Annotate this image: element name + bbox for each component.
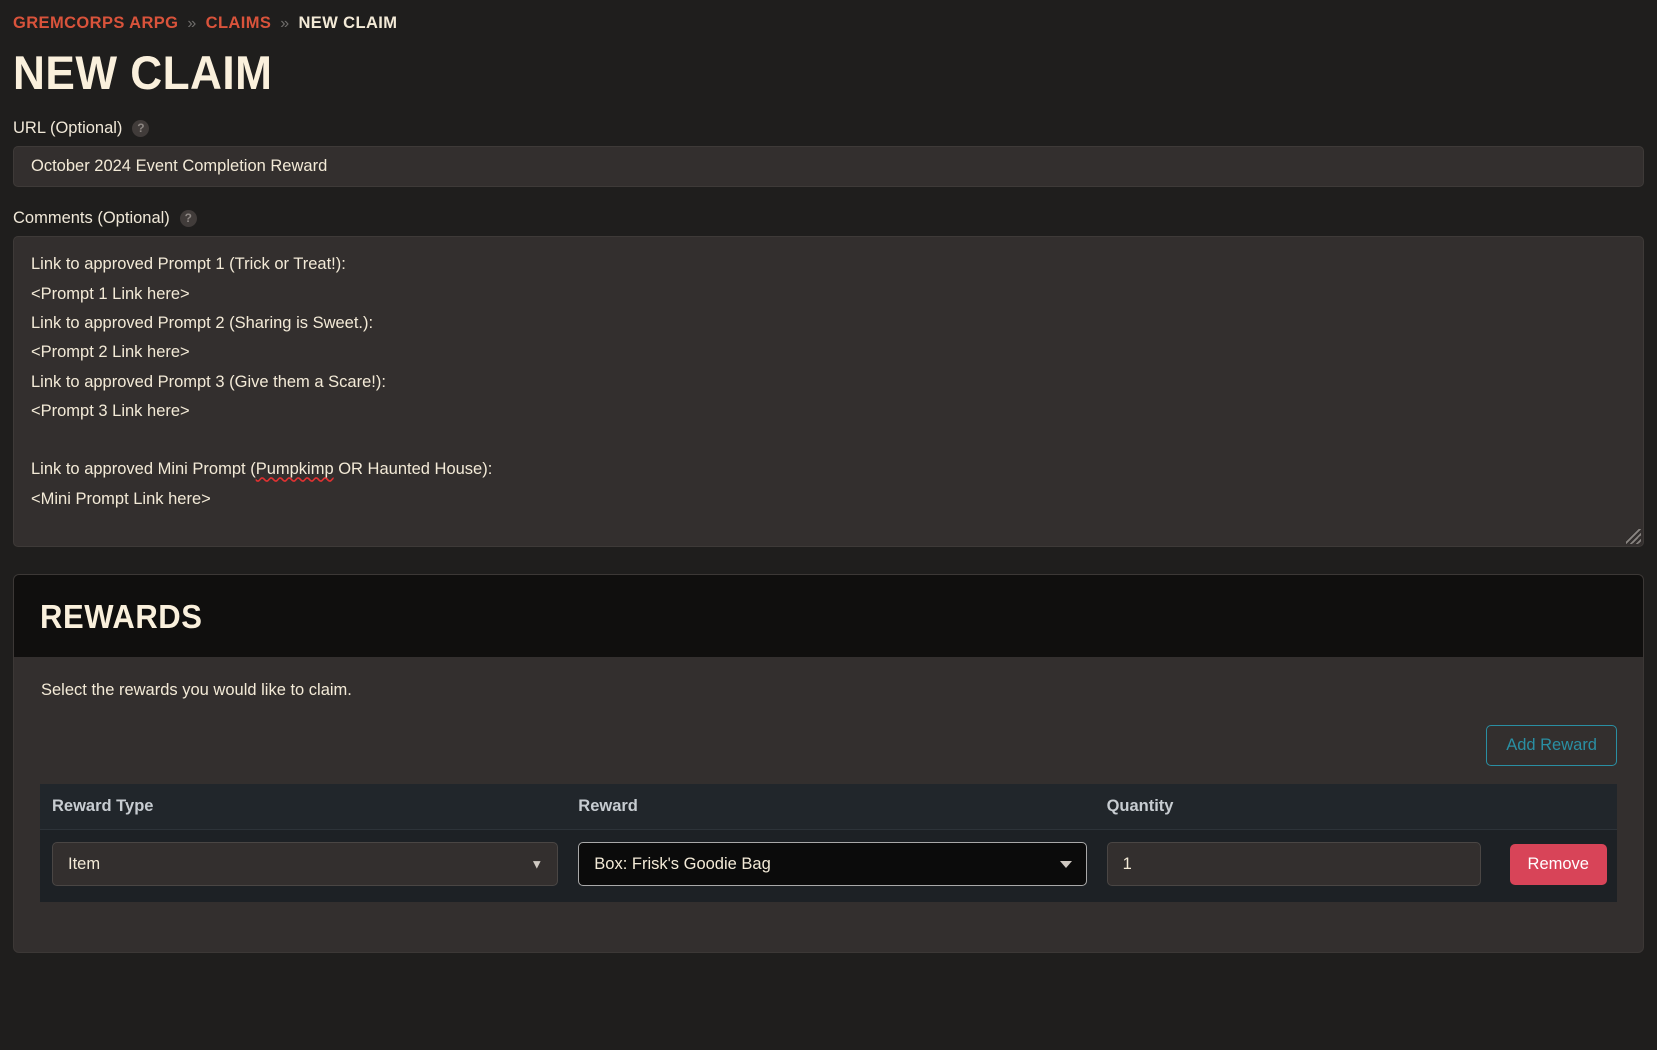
table-row: Item▼ Box: Frisk's Goodie Bag Remove bbox=[40, 830, 1617, 903]
quantity-input[interactable] bbox=[1106, 842, 1481, 887]
breadcrumb-separator-icon: » bbox=[187, 14, 197, 32]
breadcrumb-item-new-claim: NEW CLAIM bbox=[298, 14, 398, 32]
comments-line: Link to approved Prompt 1 (Trick or Trea… bbox=[31, 255, 346, 274]
url-input[interactable] bbox=[13, 146, 1644, 188]
question-mark-icon[interactable]: ? bbox=[179, 210, 197, 228]
rewards-card-header: REWARDS bbox=[14, 575, 1643, 658]
rewards-intro-text: Select the rewards you would like to cla… bbox=[41, 681, 352, 700]
comments-line: <Prompt 3 Link here> bbox=[31, 401, 190, 420]
rewards-card: REWARDS Select the rewards you would lik… bbox=[13, 574, 1644, 954]
comments-line: Link to approved Prompt 2 (Sharing is Sw… bbox=[31, 313, 374, 332]
comments-line: <Prompt 1 Link here> bbox=[31, 284, 190, 303]
comments-textarea[interactable]: Link to approved Prompt 1 (Trick or Trea… bbox=[13, 236, 1644, 548]
rewards-table: Reward Type Reward Quantity Item ▼ Box: Fr… bbox=[40, 784, 1617, 903]
url-label-text: URL (Optional) bbox=[13, 119, 123, 138]
breadcrumb-item-claims[interactable]: CLAIMS bbox=[206, 14, 272, 33]
column-header-reward-type: Reward Type bbox=[40, 784, 569, 831]
cell-reward-type: Item ▼ bbox=[40, 830, 568, 903]
rewards-table-head: Reward Type Reward Quantity bbox=[40, 784, 1617, 831]
comments-text-content: Link to approved Prompt 1 (Trick or Trea… bbox=[31, 250, 1626, 514]
comments-line: Link to approved Prompt 3 (Give them a S… bbox=[31, 372, 386, 391]
reward-type-select-wrapper: Item ▼ bbox=[52, 842, 559, 887]
textarea-resize-handle[interactable] bbox=[1626, 529, 1641, 545]
cell-quantity bbox=[1097, 830, 1491, 903]
url-field-label: URL (Optional) ? bbox=[13, 119, 1644, 138]
table-header-row: Reward Type Reward Quantity bbox=[40, 784, 1617, 831]
rewards-card-body: Select the rewards you would like to cla… bbox=[14, 657, 1643, 952]
comments-label-text: Comments (Optional) bbox=[13, 209, 170, 228]
comments-field-label: Comments (Optional) ? bbox=[13, 209, 1644, 228]
breadcrumb-separator-icon: » bbox=[280, 14, 290, 32]
reward-select[interactable]: Box: Frisk's Goodie Bag bbox=[578, 842, 1087, 887]
breadcrumb-item-gremcorps-arpg[interactable]: GREMCORPS ARPG bbox=[13, 14, 178, 33]
comments-line: <Mini Prompt Link here> bbox=[31, 489, 211, 508]
comments-line: <Prompt 2 Link here> bbox=[31, 343, 190, 362]
add-reward-button[interactable]: Add Reward bbox=[1486, 725, 1617, 767]
comments-line bbox=[31, 426, 1626, 455]
comments-line: Link to approved Mini Prompt (Pumpkimp O… bbox=[31, 460, 493, 479]
breadcrumb: GREMCORPS ARPG » CLAIMS » NEW CLAIM bbox=[0, 0, 1657, 33]
spellcheck-underlined-word: Pumpkimp bbox=[255, 460, 334, 479]
rewards-table-body: Item▼ Box: Frisk's Goodie Bag Remove bbox=[40, 830, 1617, 903]
page-title: NEW CLAIM bbox=[13, 46, 273, 99]
caret-down-icon bbox=[1059, 861, 1072, 869]
add-reward-row: Add Reward bbox=[40, 725, 1617, 767]
reward-type-select[interactable]: Item bbox=[52, 842, 559, 887]
claim-form: URL (Optional) ? Comments (Optional) ? L… bbox=[0, 119, 1657, 548]
column-header-reward: Reward bbox=[568, 784, 1097, 831]
column-header-quantity: Quantity bbox=[1096, 784, 1491, 831]
rewards-heading: REWARDS bbox=[40, 598, 203, 636]
column-header-actions bbox=[1490, 784, 1617, 831]
question-mark-icon[interactable]: ? bbox=[132, 120, 150, 138]
cell-reward: Box: Frisk's Goodie Bag bbox=[568, 830, 1096, 903]
remove-reward-button[interactable]: Remove bbox=[1509, 843, 1607, 885]
cell-actions: Remove bbox=[1491, 830, 1617, 903]
